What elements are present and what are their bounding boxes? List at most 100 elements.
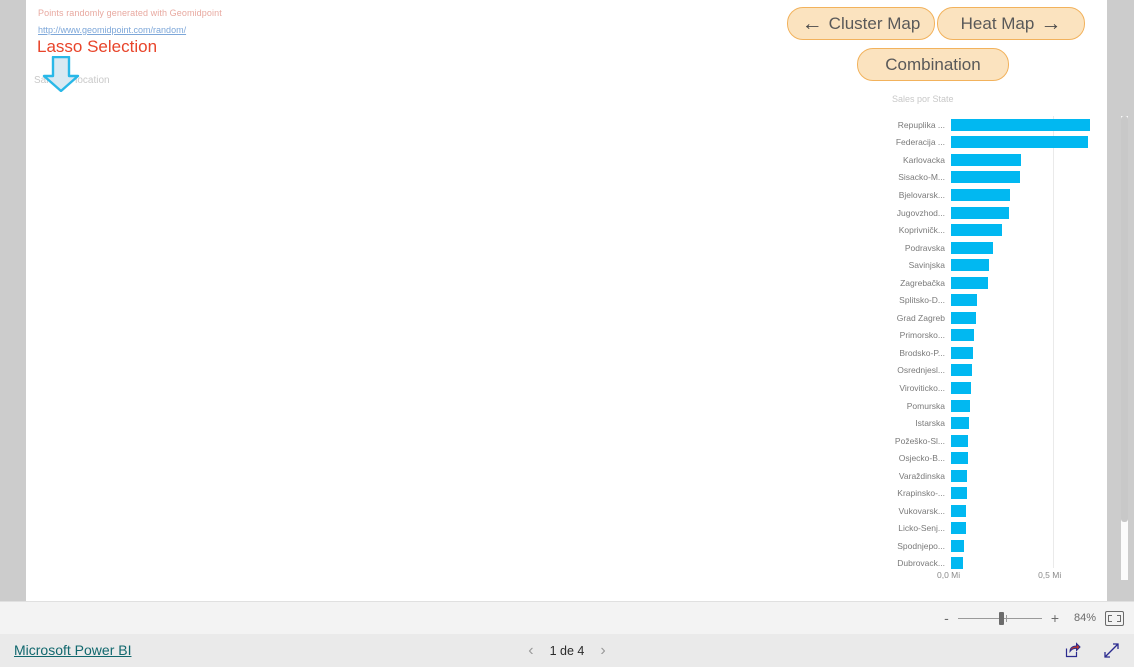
- geomidpoint-link[interactable]: http://www.geomidpoint.com/random/: [38, 25, 186, 35]
- chart-category-label: Požeško-Sl...: [894, 435, 945, 446]
- chart-category-label: Sisacko-M...: [898, 172, 945, 183]
- chart-bar-row[interactable]: Krapinsko-...: [864, 484, 1098, 502]
- chart-category-label: Varaždinska: [898, 470, 945, 481]
- fit-to-page-icon[interactable]: [1105, 610, 1124, 626]
- chart-bar-row[interactable]: Repuplika ...: [864, 116, 1098, 134]
- chart-bar-row[interactable]: Licko-Senj...: [864, 520, 1098, 538]
- chart-bar[interactable]: [951, 557, 963, 570]
- chart-bar[interactable]: [951, 329, 975, 342]
- chart-scrollbar[interactable]: [1121, 116, 1128, 580]
- chart-bar-row[interactable]: Savinjska: [864, 256, 1098, 274]
- chart-bar-row[interactable]: Istarska: [864, 414, 1098, 432]
- previous-page-icon[interactable]: ‹: [528, 642, 533, 659]
- zoom-toolbar: - + 84%: [0, 601, 1134, 635]
- chart-bar-row[interactable]: Brodsko-P...: [864, 344, 1098, 362]
- chart-bar[interactable]: [951, 206, 1010, 219]
- chart-bar-row[interactable]: Koprivničk...: [864, 221, 1098, 239]
- chart-category-label: Krapinsko-...: [897, 488, 945, 499]
- chart-bar[interactable]: [951, 171, 1021, 184]
- chart-bar-track: [951, 186, 1098, 204]
- chart-bar[interactable]: [951, 381, 972, 394]
- chart-bar-row[interactable]: Požeško-Sl...: [864, 432, 1098, 450]
- chart-bar-track: [951, 239, 1098, 257]
- chart-bar[interactable]: [951, 241, 993, 254]
- zoom-level-label: 84%: [1073, 612, 1096, 624]
- chart-bar[interactable]: [951, 346, 974, 359]
- page-indicator: 1 de 4: [549, 643, 585, 658]
- zoom-in-button[interactable]: +: [1051, 611, 1059, 625]
- cluster-map-button[interactable]: ← Cluster Map: [787, 7, 935, 40]
- chart-category-label: Dubrovack...: [897, 558, 945, 569]
- chart-bar[interactable]: [951, 364, 973, 377]
- chart-bar-row[interactable]: Varaždinska: [864, 467, 1098, 485]
- chart-bar-row[interactable]: Spodnjepo...: [864, 537, 1098, 555]
- chart-category-label: Grad Zagreb: [896, 312, 945, 323]
- sales-por-state-chart[interactable]: Sales por State Repuplika ... Federacija …: [864, 88, 1107, 598]
- chart-bar-row[interactable]: Pomurska: [864, 397, 1098, 415]
- chart-bar[interactable]: [951, 276, 988, 289]
- report-canvas: Points randomly generated with Geomidpoi…: [26, 0, 1128, 601]
- chart-bar[interactable]: [951, 469, 968, 482]
- chart-bar[interactable]: [951, 136, 1088, 149]
- chart-bar[interactable]: [951, 399, 970, 412]
- chart-bar[interactable]: [951, 153, 1022, 166]
- chart-bar-row[interactable]: Bjelovarsk...: [864, 186, 1098, 204]
- chart-bar-row[interactable]: Federacija ...: [864, 134, 1098, 152]
- chart-bar-row[interactable]: Osjecko-B...: [864, 449, 1098, 467]
- chart-bar-row[interactable]: Podravska: [864, 239, 1098, 257]
- chart-bar-track: [951, 204, 1098, 222]
- chart-category-label: Spodnjepo...: [897, 540, 945, 551]
- fullscreen-icon[interactable]: [1103, 642, 1120, 659]
- chart-bar-track: [951, 309, 1098, 327]
- chart-scrollbar-thumb[interactable]: [1121, 116, 1128, 522]
- chart-bar[interactable]: [951, 539, 964, 552]
- chart-category-label: Savinjska: [908, 260, 945, 271]
- chart-bar-row[interactable]: Zagrebačka: [864, 274, 1098, 292]
- chart-bar-row[interactable]: Grad Zagreb: [864, 309, 1098, 327]
- chart-category-label: Vukovarsk...: [898, 505, 945, 516]
- chart-category-label: Repuplika ...: [897, 119, 945, 130]
- combination-button[interactable]: Combination: [857, 48, 1009, 81]
- heat-map-button[interactable]: Heat Map →: [937, 7, 1085, 40]
- zoom-slider[interactable]: [957, 611, 1042, 625]
- chart-bar[interactable]: [951, 188, 1011, 201]
- chart-bar-track: [951, 379, 1098, 397]
- chart-bar[interactable]: [951, 259, 989, 272]
- chart-bar-row[interactable]: Karlovacka: [864, 151, 1098, 169]
- chart-bar-track: [951, 362, 1098, 380]
- chart-bar[interactable]: [951, 118, 1090, 131]
- chart-bar[interactable]: [951, 434, 969, 447]
- chart-bar[interactable]: [951, 452, 968, 465]
- zoom-slider-thumb[interactable]: [998, 611, 1004, 625]
- chart-bar-track: [951, 344, 1098, 362]
- chart-bar-row[interactable]: Osrednjesl...: [864, 362, 1098, 380]
- chart-bar[interactable]: [951, 417, 970, 430]
- chart-bar-row[interactable]: Viroviticko...: [864, 379, 1098, 397]
- share-icon[interactable]: [1064, 642, 1081, 659]
- next-page-icon[interactable]: ›: [600, 642, 605, 659]
- chart-bar-track: [951, 520, 1098, 538]
- chart-bar-track: [951, 484, 1098, 502]
- chart-bar[interactable]: [951, 311, 976, 324]
- chart-bar[interactable]: [951, 522, 966, 535]
- chart-bar[interactable]: [951, 294, 977, 307]
- chart-category-label: Bjelovarsk...: [898, 189, 945, 200]
- chart-category-label: Brodsko-P...: [899, 347, 945, 358]
- chart-bar-track: [951, 432, 1098, 450]
- chart-bar-row[interactable]: Vukovarsk...: [864, 502, 1098, 520]
- zoom-out-button[interactable]: -: [944, 611, 949, 625]
- report-viewer: Points randomly generated with Geomidpoi…: [0, 0, 1134, 667]
- chart-bar-row[interactable]: Sisacko-M...: [864, 169, 1098, 187]
- zoom-controls: - + 84%: [944, 602, 1124, 634]
- chart-bar-row[interactable]: Splitsko-D...: [864, 291, 1098, 309]
- chart-bar-track: [951, 256, 1098, 274]
- chart-bar-row[interactable]: Jugovzhod...: [864, 204, 1098, 222]
- chart-category-label: Viroviticko...: [899, 382, 945, 393]
- chart-bar[interactable]: [951, 487, 967, 500]
- chart-bar-track: [951, 467, 1098, 485]
- chart-bar-row[interactable]: Primorsko...: [864, 327, 1098, 345]
- chart-bar-track: [951, 449, 1098, 467]
- power-bi-brand-link[interactable]: Microsoft Power BI: [14, 642, 131, 658]
- chart-bar[interactable]: [951, 224, 1003, 237]
- chart-bar[interactable]: [951, 504, 967, 517]
